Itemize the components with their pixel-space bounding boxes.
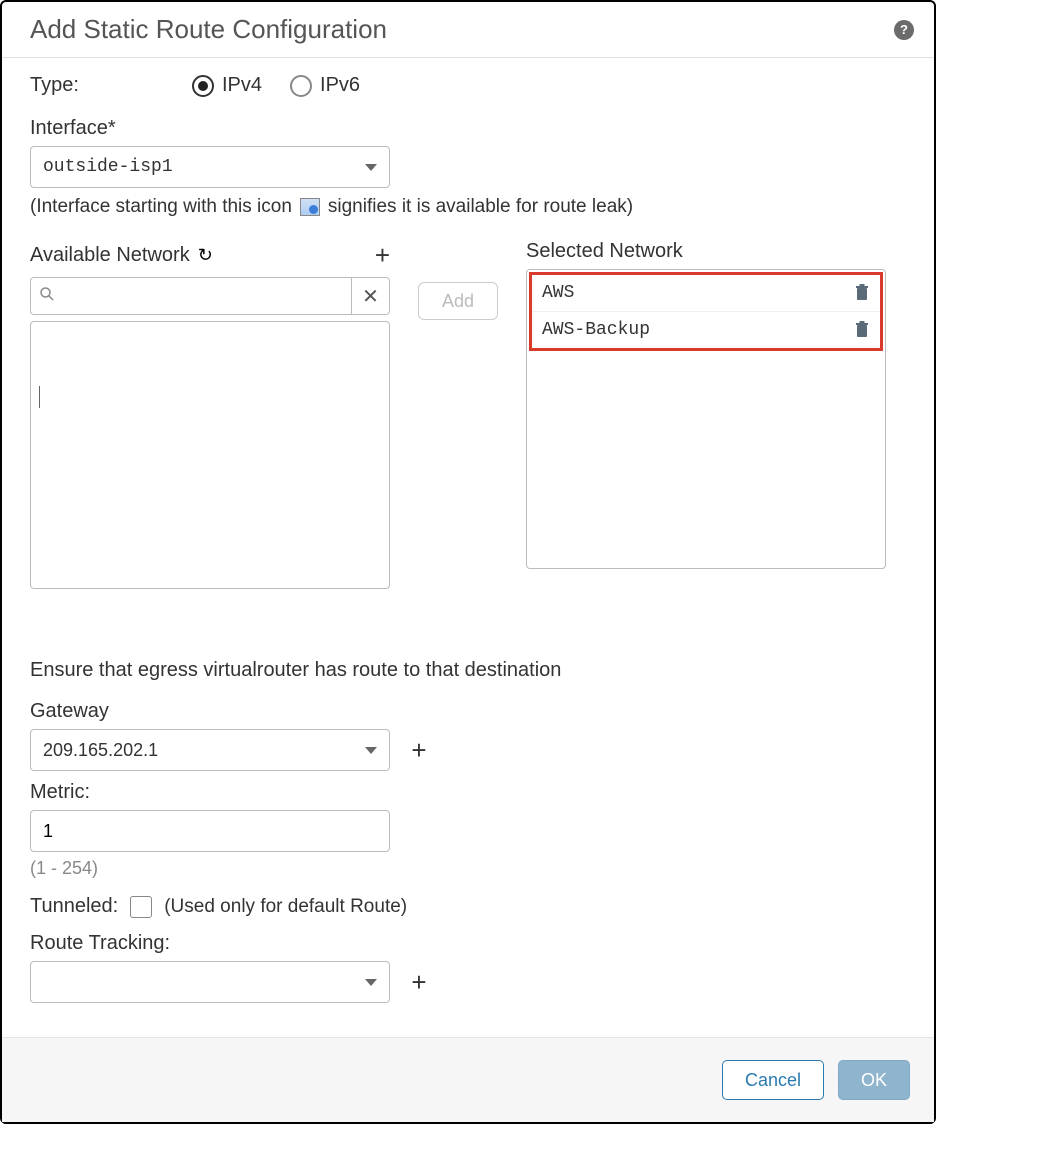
route-leak-icon — [300, 198, 320, 216]
selected-item-aws[interactable]: AWS — [532, 275, 880, 312]
available-network-list[interactable] — [30, 321, 390, 589]
gateway-label: Gateway — [30, 700, 906, 723]
interface-label: Interface* — [30, 117, 906, 140]
radio-ipv4-label: IPv4 — [222, 74, 262, 97]
dialog-body: Type: IPv4 IPv6 Interface* outside-isp1 … — [2, 58, 934, 1037]
gateway-select[interactable]: 209.165.202.1 — [30, 729, 390, 771]
dialog-header: Add Static Route Configuration ? — [2, 2, 934, 58]
egress-note: Ensure that egress virtualrouter has rou… — [30, 659, 906, 682]
radio-ipv4[interactable]: IPv4 — [192, 74, 262, 97]
selected-highlight: AWS AWS-Backup — [529, 272, 883, 351]
selected-item-label: AWS — [542, 283, 574, 303]
interface-hint-pre: (Interface starting with this icon — [30, 196, 292, 218]
selected-network-list: AWS AWS-Backup — [526, 269, 886, 569]
clear-search-icon[interactable]: ✕ — [352, 277, 390, 315]
gateway-value: 209.165.202.1 — [43, 740, 158, 761]
refresh-icon[interactable]: ↻ — [198, 245, 213, 266]
add-route-tracking-icon[interactable]: + — [400, 961, 438, 1003]
metric-input[interactable] — [30, 810, 390, 852]
cancel-button[interactable]: Cancel — [722, 1060, 824, 1100]
add-network-icon[interactable]: + — [375, 240, 390, 271]
interface-select[interactable]: outside-isp1 — [30, 146, 390, 188]
tunneled-hint: (Used only for default Route) — [164, 896, 407, 918]
tunneled-checkbox[interactable] — [130, 896, 152, 918]
available-network-label: Available Network — [30, 244, 190, 267]
dialog-title: Add Static Route Configuration — [30, 14, 387, 45]
chevron-down-icon — [365, 979, 377, 986]
delete-icon[interactable] — [854, 284, 870, 302]
available-search-box[interactable] — [30, 277, 352, 315]
interface-hint: (Interface starting with this icon signi… — [30, 196, 906, 218]
type-label: Type: — [30, 74, 180, 97]
interface-hint-post: signifies it is available for route leak… — [328, 196, 633, 218]
chevron-down-icon — [365, 747, 377, 754]
route-tracking-label: Route Tracking: — [30, 932, 906, 955]
metric-label: Metric: — [30, 781, 906, 804]
route-tracking-select[interactable] — [30, 961, 390, 1003]
selected-item-aws-backup[interactable]: AWS-Backup — [532, 312, 880, 348]
search-icon — [39, 286, 55, 307]
delete-icon[interactable] — [854, 321, 870, 339]
radio-ipv6[interactable]: IPv6 — [290, 74, 360, 97]
add-button[interactable]: Add — [418, 282, 498, 320]
ok-button[interactable]: OK — [838, 1060, 910, 1100]
radio-icon-checked — [192, 75, 214, 97]
dialog-footer: Cancel OK — [2, 1037, 934, 1122]
tunneled-label: Tunneled: — [30, 895, 118, 918]
radio-ipv6-label: IPv6 — [320, 74, 360, 97]
selected-network-label: Selected Network — [526, 240, 886, 263]
type-radio-group: IPv4 IPv6 — [192, 74, 360, 97]
available-search-input[interactable] — [61, 286, 343, 306]
add-gateway-icon[interactable]: + — [400, 729, 438, 771]
metric-range: (1 - 254) — [30, 858, 906, 879]
dialog-add-static-route: Add Static Route Configuration ? Type: I… — [0, 0, 936, 1124]
selected-item-label: AWS-Backup — [542, 320, 650, 340]
text-cursor — [39, 386, 40, 408]
interface-value: outside-isp1 — [43, 157, 173, 177]
help-icon[interactable]: ? — [894, 20, 914, 40]
chevron-down-icon — [365, 164, 377, 171]
radio-icon-unchecked — [290, 75, 312, 97]
